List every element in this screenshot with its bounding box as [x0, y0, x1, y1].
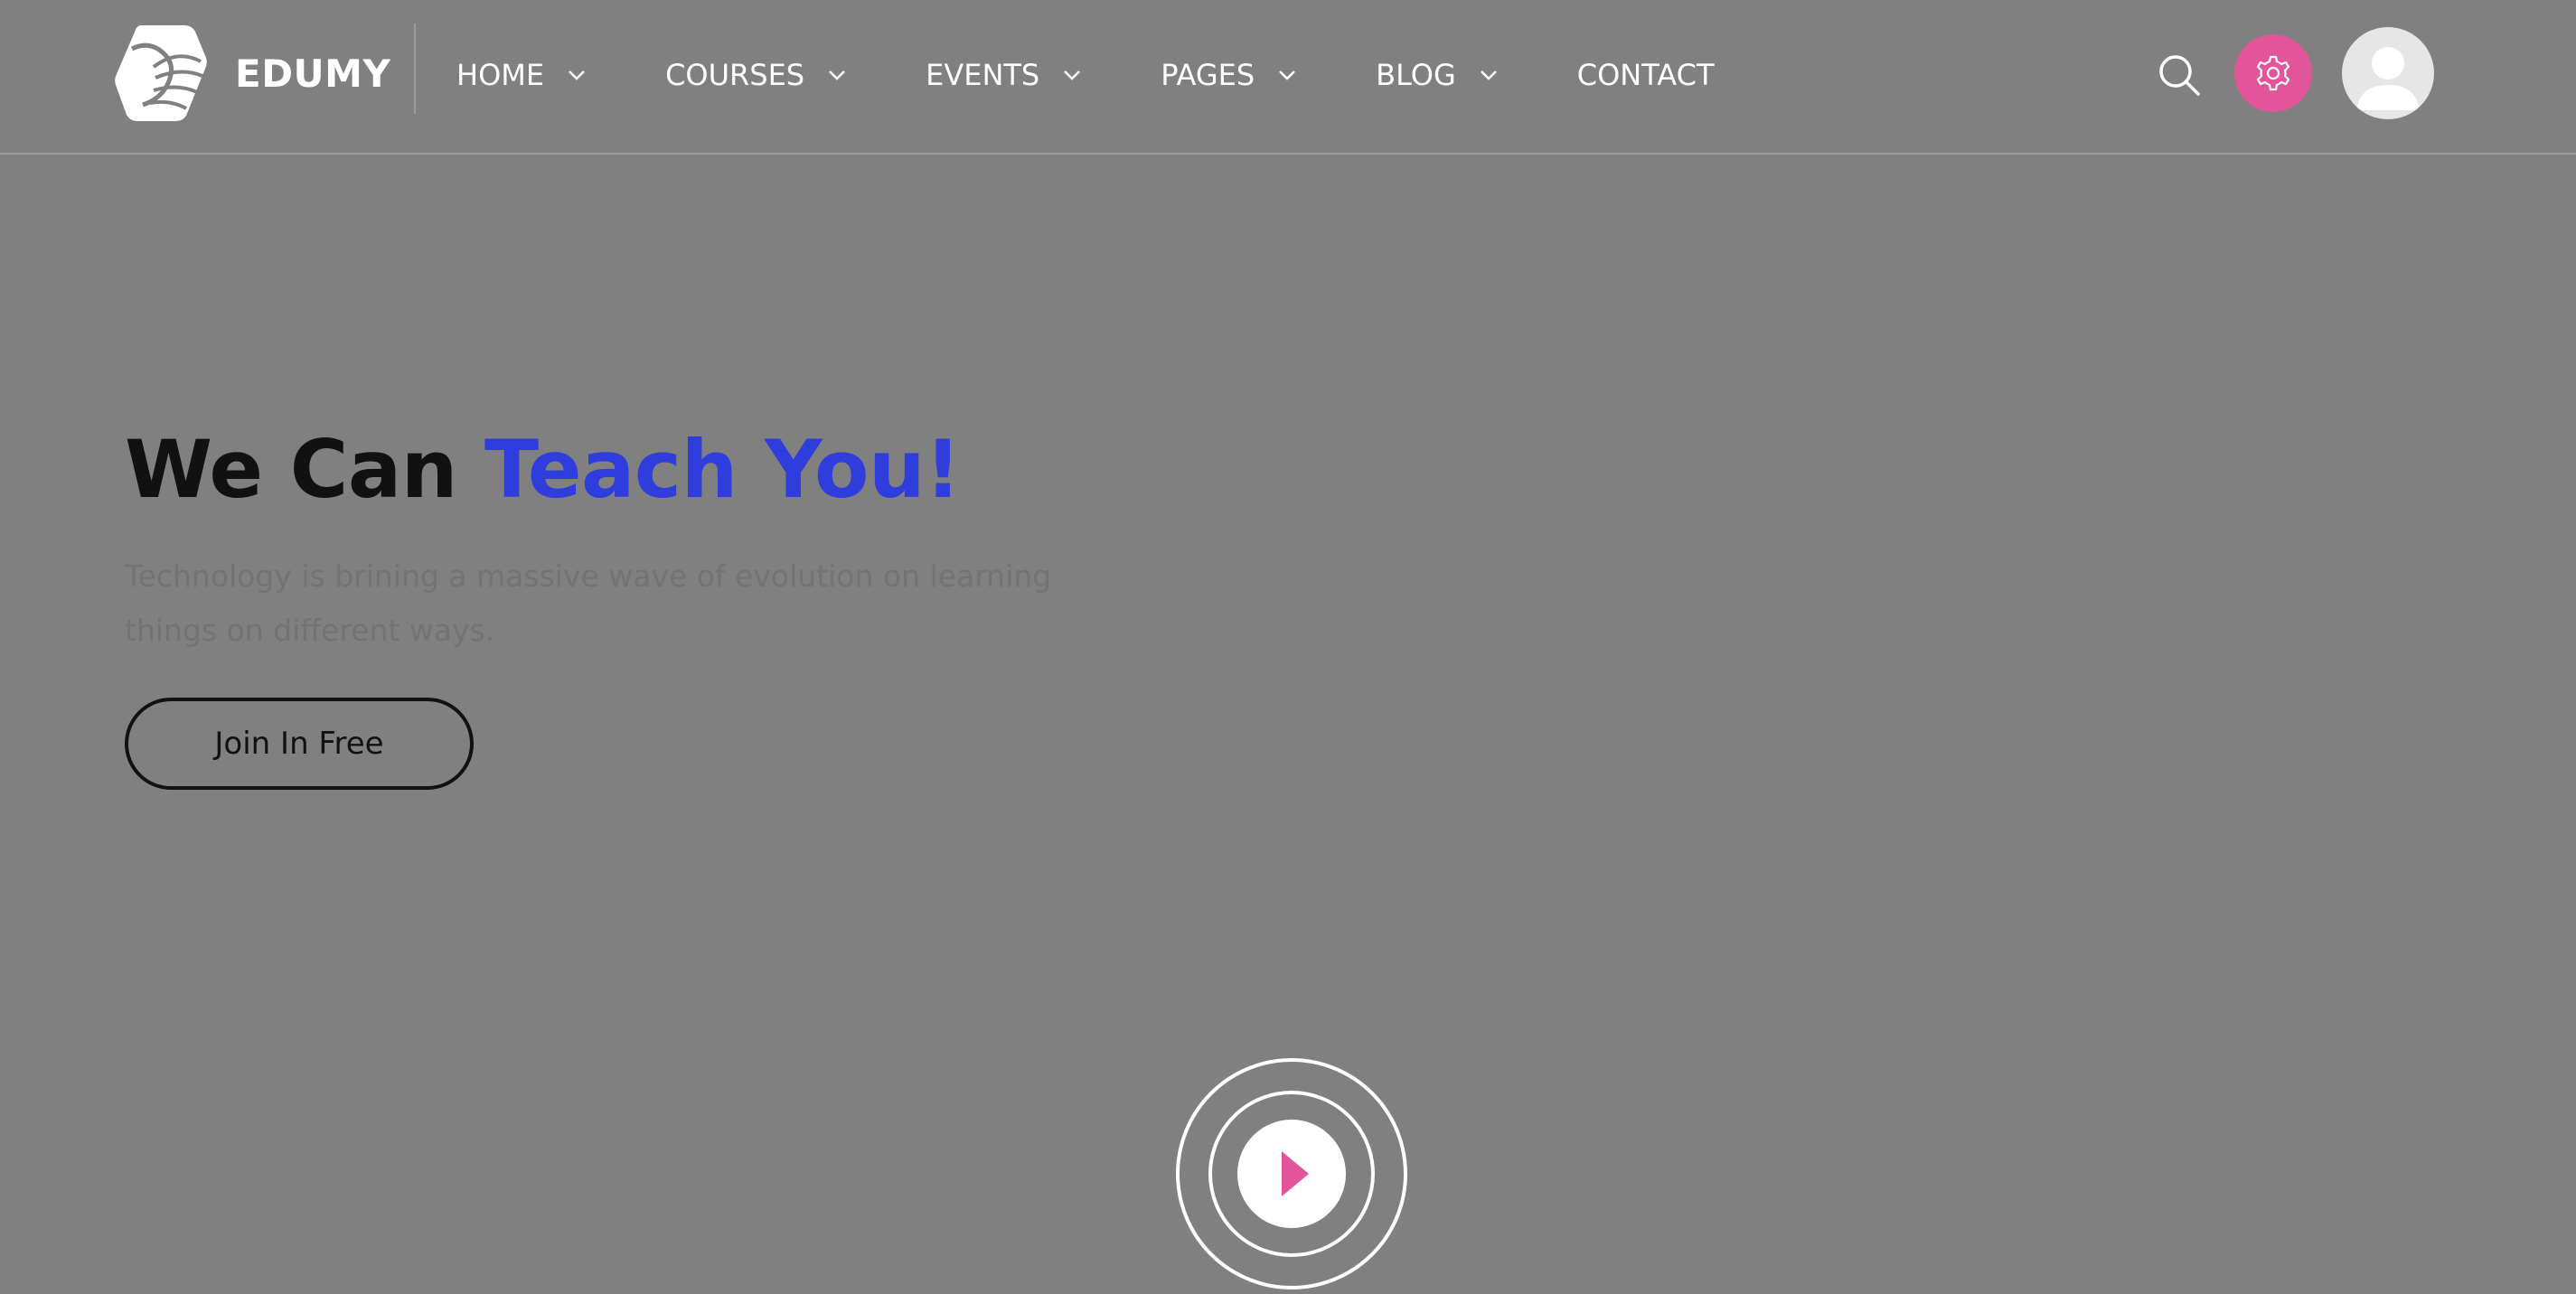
- join-in-free-button[interactable]: Join In Free: [125, 698, 474, 790]
- chevron-down-icon: [569, 70, 585, 80]
- nav-item-label: BLOG: [1376, 58, 1456, 92]
- hero-description: Technology is brining a massive wave of …: [125, 558, 1052, 648]
- site-header: EDUMY HOME COURSES EVENTS PAGES BLOG CON…: [0, 0, 2576, 155]
- settings-button[interactable]: [2234, 34, 2312, 112]
- nav-item-label: EVENTS: [926, 58, 1040, 92]
- gear-icon: [2256, 55, 2290, 91]
- brand-name: EDUMY: [235, 51, 391, 96]
- nav-item-home[interactable]: HOME: [456, 58, 586, 92]
- video-play-button[interactable]: [1175, 1057, 1408, 1290]
- search-icon: [2159, 55, 2200, 96]
- chevron-down-icon: [1480, 70, 1497, 80]
- chevron-down-icon: [1064, 70, 1081, 80]
- user-avatar[interactable]: [2342, 27, 2434, 119]
- nav-item-label: CONTACT: [1576, 58, 1715, 92]
- main-nav: HOME COURSES EVENTS PAGES BLOG CONTACT: [456, 52, 1715, 98]
- nav-item-pages[interactable]: PAGES: [1161, 58, 1296, 92]
- hero-title-accent: Teach You!: [484, 423, 961, 516]
- search-button[interactable]: [2157, 52, 2202, 98]
- nav-item-label: HOME: [456, 58, 545, 92]
- nav-item-contact[interactable]: CONTACT: [1577, 58, 1715, 92]
- edumy-logo-icon: [115, 25, 207, 121]
- header-divider: [414, 23, 416, 114]
- play-icon: [1176, 1058, 1407, 1289]
- nav-item-courses[interactable]: COURSES: [665, 58, 846, 92]
- hero-section: We Can Teach You! Technology is brining …: [125, 416, 1209, 658]
- nav-item-label: PAGES: [1161, 58, 1255, 92]
- chevron-down-icon: [1279, 70, 1296, 80]
- nav-item-blog[interactable]: BLOG: [1376, 58, 1498, 92]
- chevron-down-icon: [829, 70, 845, 80]
- nav-item-label: COURSES: [665, 58, 805, 92]
- user-avatar-icon: [2356, 47, 2420, 110]
- brand-logo[interactable]: EDUMY: [114, 22, 390, 125]
- hero-title: We Can Teach You!: [125, 416, 1209, 524]
- hero-title-text: We Can: [125, 423, 484, 516]
- nav-item-events[interactable]: EVENTS: [926, 58, 1081, 92]
